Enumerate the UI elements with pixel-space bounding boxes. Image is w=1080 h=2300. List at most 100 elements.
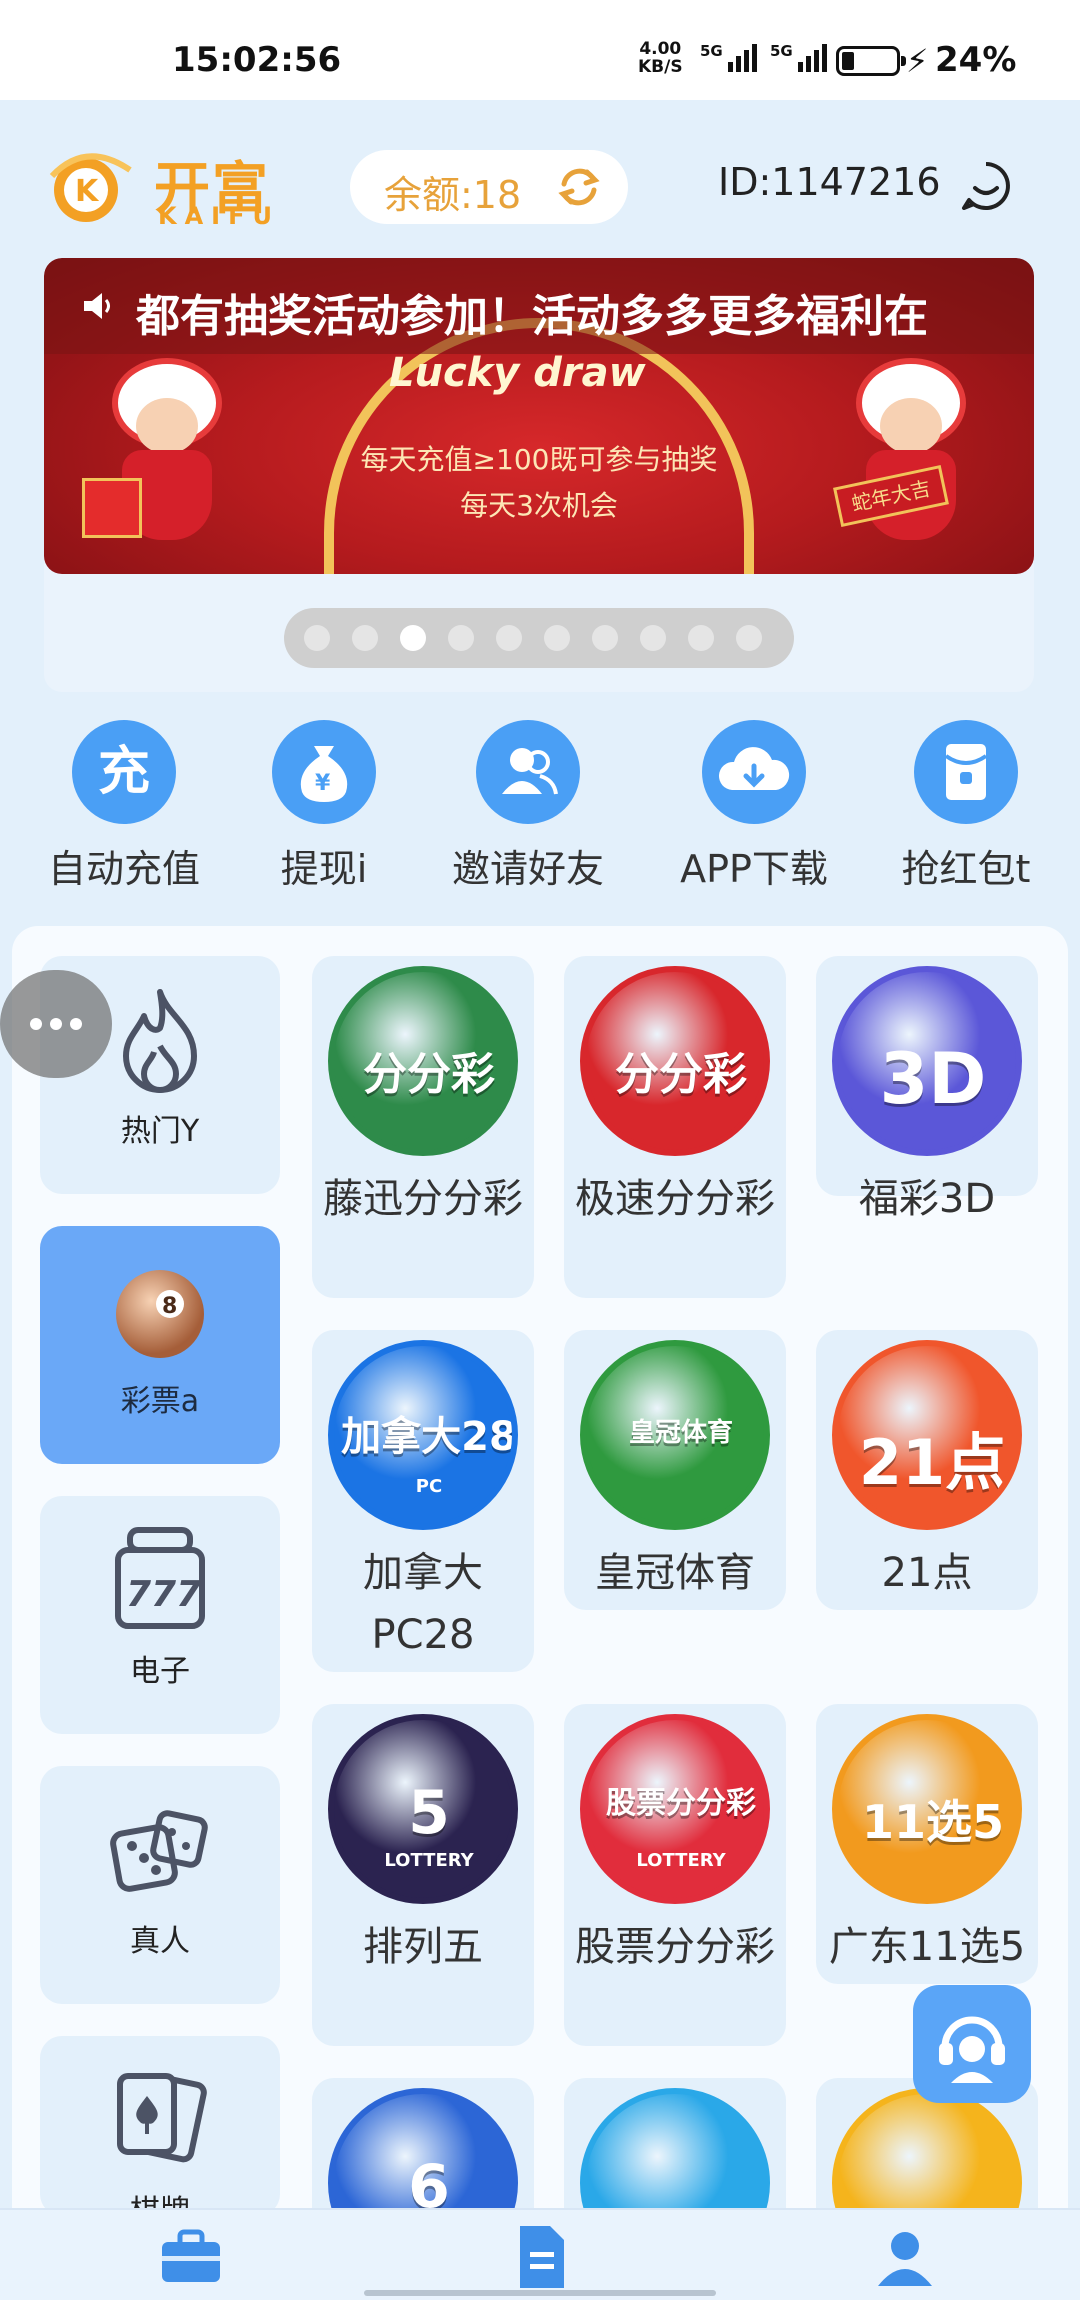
mascot-right: 蛇年大吉 [833, 358, 986, 558]
carousel-dot[interactable] [448, 625, 474, 651]
quick-actions: 充自动充值 ¥ 提现i 邀请好友 APP下载 抢红包t [0, 716, 1080, 896]
game-name: 福彩3D [858, 1176, 996, 1222]
quick-action-label: 邀请好友 [451, 847, 604, 891]
fire-icon [123, 989, 197, 1093]
balance-text: 余额:18 [384, 173, 522, 217]
category-label: 热门Y [120, 1114, 200, 1149]
game-card[interactable]: 皇冠体育 皇冠体育 [564, 1330, 786, 1610]
category-label: 电子 [130, 1654, 190, 1689]
game-name: 藤迅分分彩 [323, 1176, 523, 1222]
dice-icon [110, 1810, 208, 1892]
tengxun-ffc-icon: 分分彩 [328, 966, 518, 1156]
game-name: 加拿大PC28 [363, 1550, 483, 1658]
promo-banner-carousel[interactable]: Lucky draw 每天充值≥100既可参与抽奖 每天3次机会 蛇年大吉 都有… [44, 258, 1034, 692]
status-bar: 15:02:56 4.00 KB/S 5G 5G ⚡ 24% [0, 0, 1080, 100]
game-name: 皇冠体育 [595, 1550, 755, 1596]
game-name: 21点 [881, 1550, 973, 1596]
carousel-dot[interactable] [304, 625, 330, 651]
carousel-dot[interactable] [496, 625, 522, 651]
red-envelope-icon [914, 720, 1018, 824]
carousel-dot[interactable] [640, 625, 666, 651]
quick-action-3[interactable]: APP下载 [652, 716, 852, 896]
charging-icon: ⚡ [906, 42, 929, 80]
headset-icon [939, 2016, 1005, 2083]
carousel-indicator[interactable] [284, 608, 794, 668]
fucai-3d-icon: 3D [832, 966, 1022, 1156]
carousel-dot[interactable] [544, 625, 570, 651]
game-name: 广东11选5 [828, 1924, 1026, 1970]
chat-icon[interactable] [960, 160, 1012, 212]
svg-text:K: K [75, 174, 100, 209]
game-card[interactable]: 11选5 广东11选5 [816, 1704, 1038, 1984]
more-floating-button[interactable] [0, 970, 112, 1078]
cloud-download-icon [702, 720, 806, 824]
status-time: 15:02:56 [172, 40, 342, 80]
playing-cards-icon [117, 2073, 207, 2163]
carousel-dot[interactable] [352, 625, 378, 651]
balance-pill[interactable]: 余额:18 [350, 150, 628, 224]
quick-action-2[interactable]: 邀请好友 [426, 716, 626, 896]
category-cards[interactable]: 棋牌 [40, 2036, 280, 2216]
carousel-dot[interactable] [736, 625, 762, 651]
logo-emblem-icon: K [49, 153, 132, 222]
carousel-dot[interactable] [400, 625, 426, 651]
blackjack-icon: 21点 [832, 1340, 1022, 1530]
network-speed: 4.00 KB/S [638, 39, 683, 77]
game-card[interactable]: 21点 21点 [816, 1330, 1038, 1610]
category-live[interactable]: 真人 [40, 1766, 280, 2004]
game-card[interactable]: 3D 福彩3D [816, 956, 1038, 1222]
game-card[interactable]: 股票分分彩 LOTTERY 股票分分彩 [564, 1704, 786, 2046]
carousel-dot[interactable] [688, 625, 714, 651]
quick-action-4[interactable]: 抢红包t [864, 716, 1064, 896]
logo-english: KAIFU [158, 202, 280, 230]
quick-action-label: APP下载 [680, 847, 828, 891]
promo-banner[interactable]: Lucky draw 每天充值≥100既可参与抽奖 每天3次机会 蛇年大吉 都有… [44, 258, 1034, 574]
signal-5g-icon: 5G [700, 42, 757, 72]
banner-art-title: Lucky draw [389, 350, 646, 396]
speaker-icon [84, 293, 110, 319]
game-card[interactable]: 加拿大28 PC 加拿大PC28 [312, 1330, 534, 1672]
svg-text:777: 777 [126, 1574, 201, 1615]
notice-text: 都有抽奖活动参加！活动多多更多福利在 [136, 291, 928, 342]
mascot-left [82, 358, 242, 558]
quick-action-label: 抢红包t [901, 847, 1031, 891]
stock-ffc-icon: 股票分分彩 LOTTERY [580, 1714, 770, 1904]
kaifu-logo: K 开富 KAIFU [42, 140, 322, 230]
refresh-icon[interactable] [556, 164, 602, 210]
game-name: 极速分分彩 [575, 1176, 775, 1222]
game-name: 排列五 [363, 1924, 483, 1970]
quick-action-1[interactable]: ¥ 提现i [222, 716, 422, 896]
svg-text:¥: ¥ [315, 771, 331, 796]
carousel-dot[interactable] [592, 625, 618, 651]
game-card[interactable]: 分分彩 极速分分彩 [564, 956, 786, 1298]
svg-text:8: 8 [162, 1294, 177, 1319]
home-indicator [364, 2290, 716, 2296]
guangdong-11x5-icon: 11选5 [832, 1714, 1022, 1904]
category-slots[interactable]: 777 电子 [40, 1496, 280, 1734]
briefcase-icon[interactable] [156, 2222, 226, 2292]
recharge-icon: 充 [72, 720, 176, 824]
document-icon[interactable] [506, 2222, 576, 2292]
jisu-ffc-icon: 分分彩 [580, 966, 770, 1156]
category-lottery[interactable]: 8 彩票a [40, 1226, 280, 1464]
customer-support-button[interactable] [913, 1985, 1031, 2103]
quick-action-0[interactable]: 充自动充值 [22, 716, 222, 896]
category-label: 真人 [130, 1924, 190, 1959]
svg-text:5G: 5G [770, 42, 793, 60]
quick-action-label: 自动充值 [47, 847, 200, 891]
crown-sports-icon: 皇冠体育 [580, 1340, 770, 1530]
battery-percent: 24% [935, 40, 1017, 80]
signal-5g-icon: 5G [770, 42, 827, 72]
lottery-ball-icon: 8 [116, 1270, 204, 1358]
quick-action-label: 提现i [280, 847, 368, 891]
game-card[interactable]: 分分彩 藤迅分分彩 [312, 956, 534, 1298]
pailie5-icon: 5 LOTTERY [328, 1714, 518, 1904]
svg-text:5G: 5G [700, 42, 723, 60]
category-label: 彩票a [120, 1384, 200, 1419]
game-name: 股票分分彩 [575, 1924, 775, 1970]
slot-machine-icon: 777 [115, 1527, 205, 1629]
user-id: ID:1147216 [718, 160, 941, 204]
user-profile-icon[interactable] [870, 2222, 940, 2292]
notice-bar: 都有抽奖活动参加！活动多多更多福利在 [44, 258, 1034, 354]
game-card[interactable]: 5 LOTTERY 排列五 [312, 1704, 534, 2046]
